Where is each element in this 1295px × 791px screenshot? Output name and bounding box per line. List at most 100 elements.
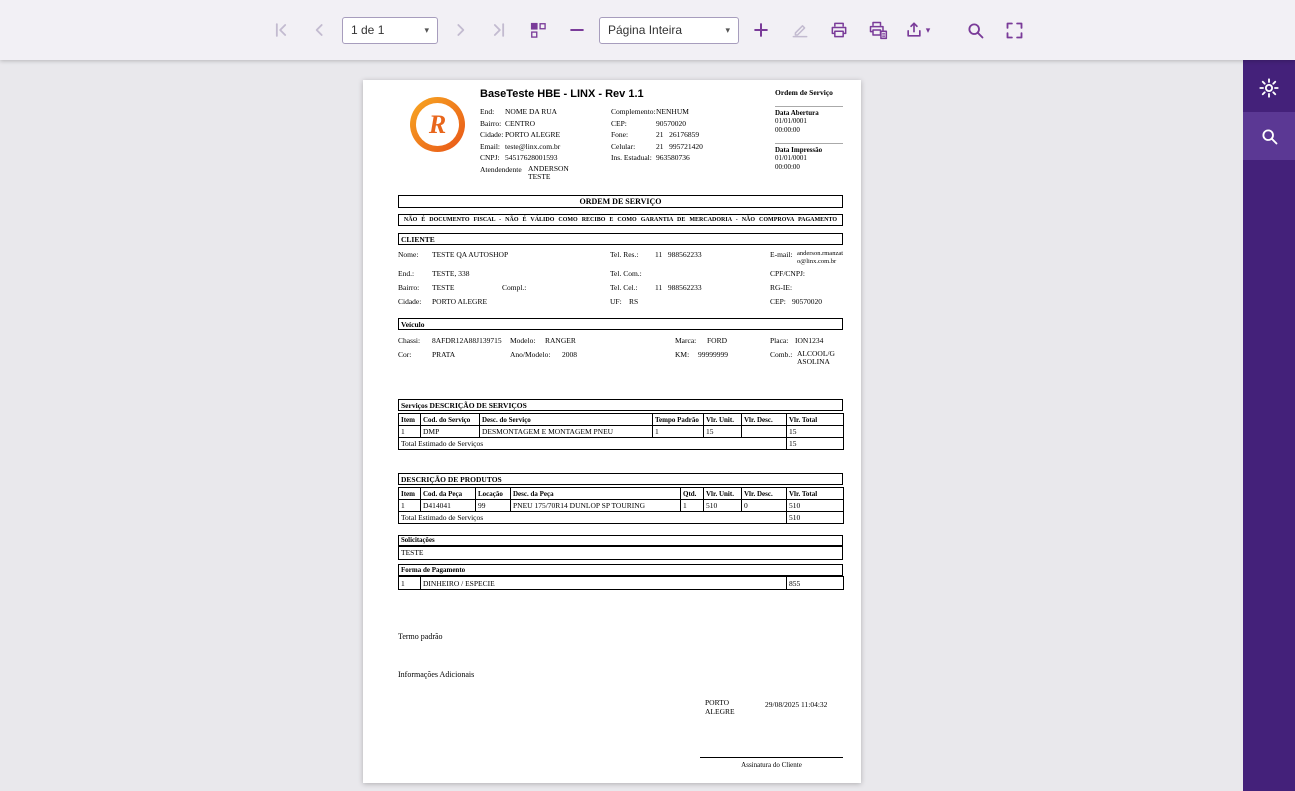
table-header-cell: Vlr. Unit. bbox=[703, 487, 742, 500]
table-cell: DMP bbox=[420, 425, 480, 438]
table-cell: 15 bbox=[703, 425, 742, 438]
edit-pencil-icon bbox=[790, 20, 810, 40]
table-row: 1 DINHEIRO / ESPECIE 855 bbox=[398, 576, 844, 590]
table-cell: 855 bbox=[786, 576, 844, 590]
field-label: Celular: bbox=[611, 141, 636, 151]
field-value: PORTO ALEGRE bbox=[432, 297, 488, 306]
field-label: Ano/Modelo: bbox=[510, 350, 551, 359]
field-value: 963580736 bbox=[656, 153, 690, 163]
field-value: 21 26176859 bbox=[656, 130, 700, 140]
chevron-down-icon: ▾ bbox=[925, 24, 931, 35]
field-label: CEP: bbox=[770, 297, 786, 306]
page-layout-button[interactable] bbox=[521, 13, 555, 47]
printer-page-icon bbox=[868, 20, 888, 40]
field-value: NENHUM bbox=[656, 107, 689, 116]
field-value: ALCOOL/GASOLINA bbox=[797, 349, 835, 366]
report-title: BaseTeste HBE - LINX - Rev 1.1 bbox=[480, 88, 644, 100]
chevron-down-icon: ▾ bbox=[424, 24, 429, 35]
solicitacoes-value: TESTE bbox=[398, 546, 843, 560]
table-header-cell: Vlr. Total bbox=[786, 487, 844, 500]
prev-page-button[interactable] bbox=[303, 13, 337, 47]
signature-line bbox=[700, 757, 843, 758]
table-cell: PNEU 175/70R14 DUNLOP SP TOURING bbox=[510, 499, 681, 512]
field-label: Fone: bbox=[611, 130, 629, 140]
field-label: Chassi: bbox=[398, 336, 421, 345]
field-label: Cor: bbox=[398, 350, 412, 359]
zoom-out-button[interactable] bbox=[560, 13, 594, 47]
field-value: CENTRO bbox=[505, 118, 535, 128]
table-cell: 15 bbox=[786, 425, 844, 438]
table-row: 1 DMP DESMONTAGEM E MONTAGEM PNEU 1 15 1… bbox=[398, 425, 844, 438]
logo-letter: R bbox=[428, 109, 447, 139]
field-value: 90570020 bbox=[656, 118, 686, 128]
datetime-text: 29/08/2025 11:04:32 bbox=[765, 700, 828, 709]
edit-button[interactable] bbox=[783, 13, 817, 47]
table-cell: DESMONTAGEM E MONTAGEM PNEU bbox=[479, 425, 653, 438]
export-button[interactable]: ▾ bbox=[900, 13, 934, 47]
field-label: Bairro: bbox=[480, 118, 502, 128]
right-sidebar bbox=[1243, 60, 1295, 791]
zoom-selector[interactable]: Página Inteira ▾ bbox=[599, 16, 739, 44]
last-page-button[interactable] bbox=[482, 13, 516, 47]
solicitacoes-section-title: Solicitações bbox=[398, 535, 843, 546]
table-header-cell: Tempo Padrão bbox=[652, 413, 704, 426]
cliente-section-title: CLIENTE bbox=[398, 233, 843, 245]
field-value: 54517628001593 bbox=[505, 153, 558, 163]
last-page-icon bbox=[489, 20, 509, 40]
field-label: KM: bbox=[675, 350, 690, 359]
field-label: Placa: bbox=[770, 336, 789, 345]
first-page-button[interactable] bbox=[264, 13, 298, 47]
table-cell: 0 bbox=[741, 499, 787, 512]
pagamento-table: 1 DINHEIRO / ESPECIE 855 bbox=[398, 576, 844, 590]
table-header-row: Item Cod. da Peça Locação Desc. da Peça … bbox=[398, 487, 844, 500]
products-table: Item Cod. da Peça Locação Desc. da Peça … bbox=[398, 487, 844, 524]
order-info: Ordem de Serviço Data Abertura 01/01/000… bbox=[775, 88, 843, 171]
cliente-fields: Nome: TESTE QA AUTOSHOP Tel. Res.: 11 98… bbox=[398, 248, 843, 309]
zoom-in-button[interactable] bbox=[744, 13, 778, 47]
print-setup-button[interactable] bbox=[861, 13, 895, 47]
fullscreen-icon bbox=[1004, 20, 1025, 41]
field-label: Email: bbox=[480, 141, 500, 151]
field-value: 00:00:00 bbox=[775, 162, 800, 171]
field-label: Cidade: bbox=[480, 130, 504, 140]
page-selector[interactable]: 1 de 1 ▾ bbox=[342, 16, 438, 44]
field-value: 90570020 bbox=[792, 297, 822, 306]
table-header-cell: Vlr. Total bbox=[786, 413, 844, 426]
field-label: CPF/CNPJ: bbox=[770, 269, 806, 278]
table-cell: DINHEIRO / ESPECIE bbox=[420, 576, 787, 590]
table-header-cell: Locação bbox=[475, 487, 511, 500]
table-cell bbox=[741, 425, 787, 438]
company-logo: R bbox=[410, 97, 465, 152]
printer-icon bbox=[829, 20, 849, 40]
table-header-cell: Cod. da Peça bbox=[420, 487, 476, 500]
minus-icon bbox=[567, 20, 587, 40]
export-icon bbox=[904, 20, 924, 40]
search-button[interactable] bbox=[958, 13, 992, 47]
field-value: RS bbox=[629, 297, 639, 306]
field-label: Modelo: bbox=[510, 336, 536, 345]
field-label: Atendendente bbox=[480, 164, 522, 174]
termo-padrao-text: Termo padrão bbox=[398, 632, 443, 641]
field-label: Complemento: bbox=[611, 107, 656, 116]
settings-sidebar-button[interactable] bbox=[1243, 64, 1295, 112]
search-sidebar-button[interactable] bbox=[1243, 112, 1295, 160]
informacoes-adicionais-text: Informações Adicionais bbox=[398, 670, 475, 679]
field-value: TESTE bbox=[432, 283, 455, 292]
field-value: 2008 bbox=[562, 350, 577, 359]
table-header-cell: Item bbox=[398, 413, 421, 426]
order-info-title: Ordem de Serviço bbox=[775, 88, 833, 97]
field-value: ION1234 bbox=[795, 336, 824, 345]
print-button[interactable] bbox=[822, 13, 856, 47]
chevron-right-icon bbox=[450, 20, 470, 40]
field-value: 8AFDR12A88J139715 bbox=[432, 336, 502, 345]
fullscreen-button[interactable] bbox=[997, 13, 1031, 47]
field-label: CNPJ: bbox=[480, 153, 500, 163]
field-value: 01/01/0001 bbox=[775, 117, 807, 125]
table-header-cell: Desc. do Serviço bbox=[479, 413, 653, 426]
page-selector-value: 1 de 1 bbox=[351, 23, 385, 37]
field-label: Tel. Com.: bbox=[610, 269, 642, 278]
field-value: ANDERSON TESTE bbox=[528, 163, 569, 181]
next-page-button[interactable] bbox=[443, 13, 477, 47]
field-value: 01/01/0001 bbox=[775, 154, 807, 162]
field-label: Cidade: bbox=[398, 297, 422, 306]
